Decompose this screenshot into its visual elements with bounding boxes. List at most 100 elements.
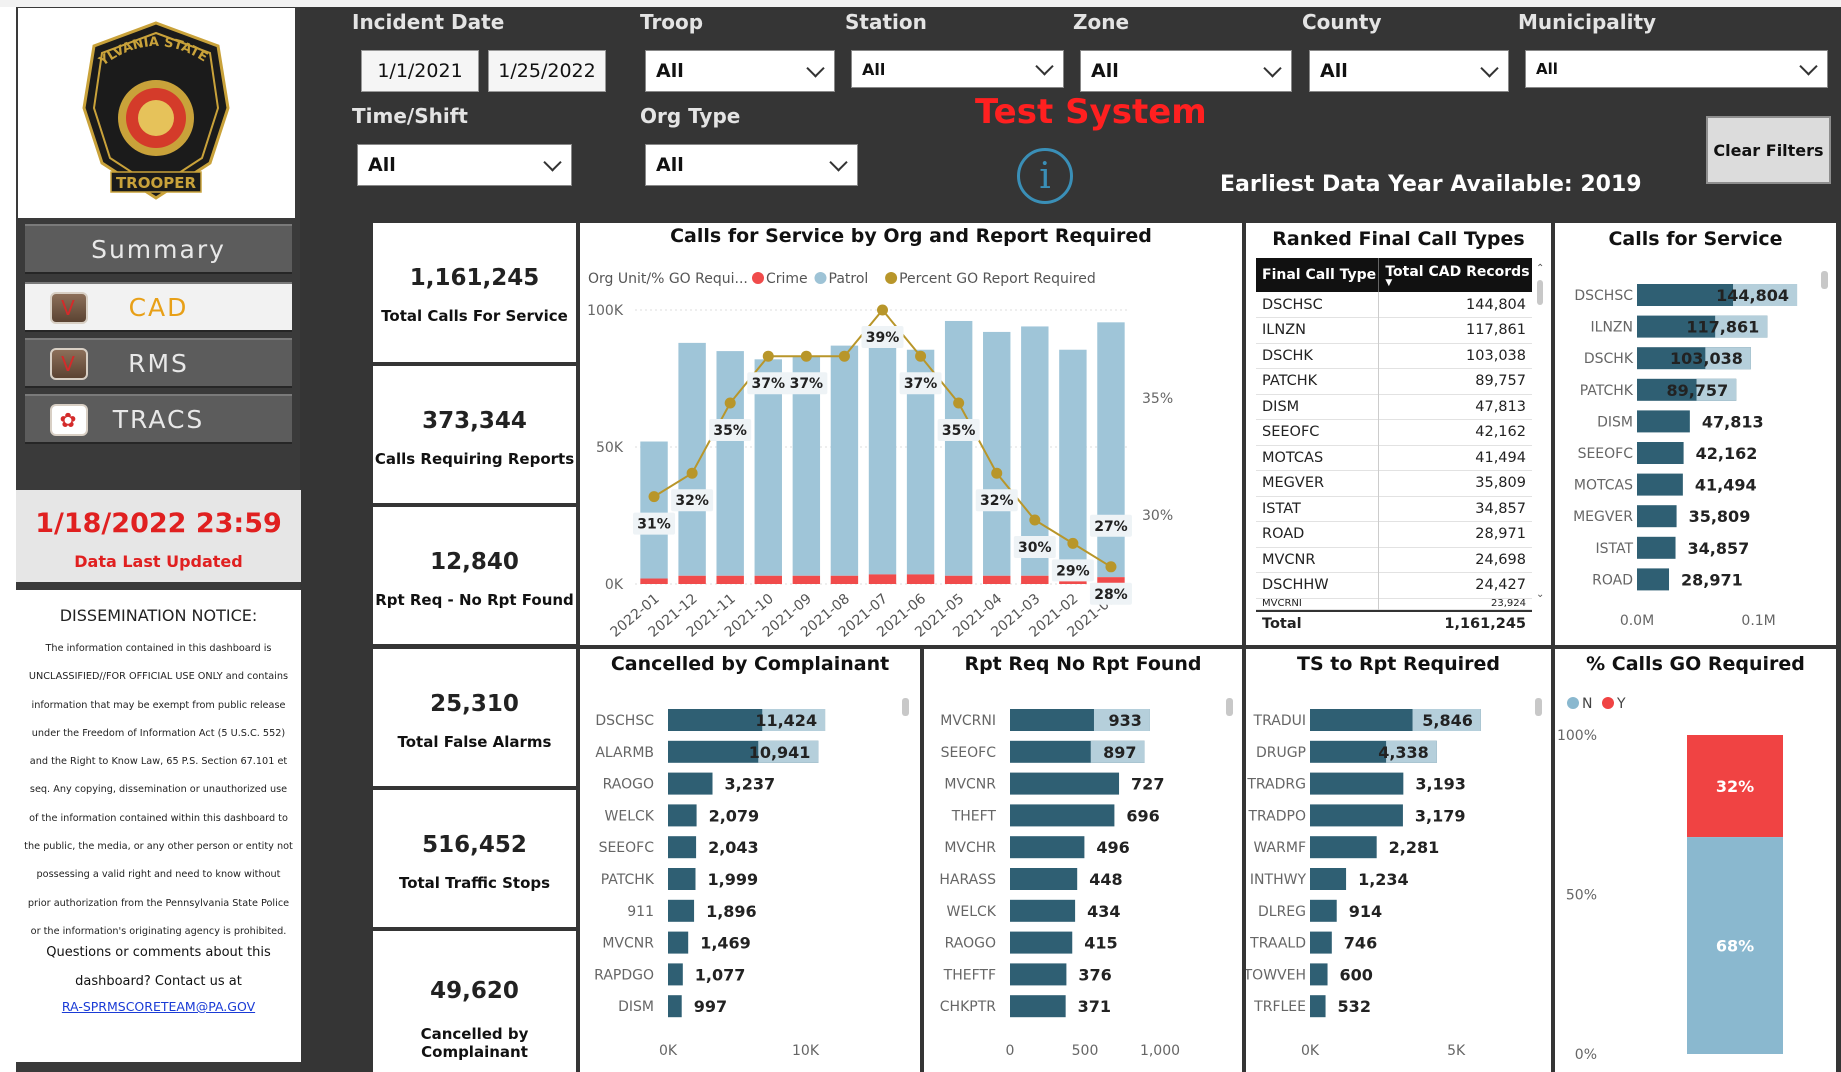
bar <box>1010 995 1066 1018</box>
crime-bar <box>754 575 782 584</box>
table-row[interactable]: MVCRNI 23,924 <box>1256 598 1532 609</box>
table-row[interactable]: DSCHK 103,038 <box>1256 343 1532 369</box>
category-label: SEEOFC <box>599 840 655 856</box>
bar <box>668 963 683 986</box>
category-label: ISTAT <box>1595 541 1633 557</box>
crime-bar <box>678 575 706 584</box>
bar <box>1010 868 1078 890</box>
calls-for-service-chart[interactable]: DSCHSC 144,804 ILNZN 117,861 DSCHK 103,038 PAT… <box>1555 223 1836 645</box>
category-label: ILNZN <box>1591 320 1633 336</box>
nav-rms-label: RMS <box>128 348 189 378</box>
bar <box>1310 931 1332 954</box>
nav-tracs-label: TRACS <box>112 404 205 434</box>
v-logo-icon: V <box>50 292 88 324</box>
ts-to-rpt-panel: TS to Rpt Required TRADUI 5,846 DRUGP 4,338… <box>1246 649 1551 1072</box>
last-updated-panel: 1/18/2022 23:59 Data Last Updated <box>16 490 301 582</box>
contact-email-link[interactable]: RA-SPRMSCORETEAM@PA.GOV <box>16 999 301 1014</box>
crime-bar <box>868 574 897 584</box>
county-label: County <box>1302 10 1382 34</box>
bar <box>1637 505 1677 528</box>
y-tick-label: 50% <box>1566 888 1597 904</box>
column-header[interactable]: Total CAD Records ▼ <box>1379 258 1532 292</box>
earliest-data-year: Earliest Data Year Available: 2019 <box>1220 172 1642 197</box>
cell-call-type: DSCHK <box>1256 343 1380 369</box>
total-value: 1,161,245 <box>1444 615 1526 632</box>
category-label: PATCHK <box>1580 383 1634 399</box>
troop-label: Troop <box>640 10 704 34</box>
municipality-select[interactable]: All <box>1525 50 1828 88</box>
category-label: TRADUI <box>1253 713 1306 729</box>
table-row[interactable]: MEGVER 35,809 <box>1256 470 1532 496</box>
kpi-card-rpt-req-no-rpt: 12,840 Rpt Req - No Rpt Found <box>373 507 576 644</box>
cell-record-count: 47,813 <box>1475 398 1526 415</box>
rpt-req-no-rpt-chart[interactable]: MVCRNI 933 SEEOFC 897 MVCNR 727 THEFT 696 MVCHR 4… <box>924 649 1242 1072</box>
bar <box>1310 995 1326 1018</box>
nav-rms[interactable]: V RMS <box>25 338 292 388</box>
category-label: DSCHSC <box>595 713 654 729</box>
table-row[interactable]: ISTAT 34,857 <box>1256 496 1532 522</box>
nav-cad-label: CAD <box>128 292 189 322</box>
table-row[interactable]: SEEOFC 42,162 <box>1256 419 1532 445</box>
category-label: DSCHSC <box>1574 288 1633 304</box>
pct-go-point <box>1105 561 1117 573</box>
incident-date-end[interactable]: 1/25/2022 <box>488 50 606 92</box>
legend-label: N <box>1582 696 1592 712</box>
org-type-select[interactable]: All <box>645 144 858 186</box>
table-row[interactable]: ROAD 28,971 <box>1256 521 1532 547</box>
kpi-card-total-calls: 1,161,245 Total Calls For Service <box>373 223 576 362</box>
category-label: THEFTF <box>943 967 996 983</box>
cell-record-count: 89,757 <box>1475 373 1526 390</box>
pct-go-data-label: 30% <box>1018 540 1052 556</box>
clear-filters-button[interactable]: Clear Filters <box>1706 116 1831 184</box>
incident-date-start[interactable]: 1/1/2021 <box>361 50 479 92</box>
legend-label: Y <box>1616 696 1626 712</box>
pct-go-required-panel: % Calls GO Required N Y 100% 50% 0% 32% 68% <box>1555 649 1836 1072</box>
municipality-value: All <box>1536 60 1558 78</box>
troop-select[interactable]: All <box>645 50 835 92</box>
zone-select[interactable]: All <box>1080 50 1292 92</box>
table-scrollbar[interactable]: ⌃ ⌄ <box>1533 263 1547 603</box>
column-header[interactable]: Final Call Type <box>1256 258 1380 292</box>
pct-go-point <box>877 304 888 316</box>
county-select[interactable]: All <box>1309 50 1509 92</box>
station-select[interactable]: All <box>851 50 1064 88</box>
scroll-thumb <box>1535 698 1542 716</box>
nav-summary[interactable]: Summary <box>25 224 292 274</box>
kpi-label: Cancelled by Complainant <box>420 1025 529 1061</box>
table-row[interactable]: PATCHK 89,757 <box>1256 368 1532 394</box>
crime-bar <box>830 575 859 584</box>
table-row[interactable]: MOTCAS 41,494 <box>1256 445 1532 471</box>
nav-tracs[interactable]: ✿ TRACS <box>25 394 292 444</box>
bar <box>1637 410 1690 433</box>
data-label: 2,281 <box>1389 838 1440 857</box>
scroll-thumb[interactable] <box>1537 280 1543 305</box>
category-label: HARASS <box>939 872 996 888</box>
paw-icon: ✿ <box>50 404 88 436</box>
table-row[interactable]: ILNZN 117,861 <box>1256 317 1532 343</box>
info-icon[interactable]: i <box>1017 148 1073 204</box>
ranked-table[interactable]: Final Call Type Total CAD Records ▼ DSCHS… <box>1256 258 1532 632</box>
table-row[interactable]: DSCHSC 144,804 <box>1256 292 1532 318</box>
scroll-down-icon[interactable]: ⌄ <box>1536 589 1544 600</box>
calls-by-org-chart[interactable]: Org Unit/% GO Requi... Crime Patrol Percent… <box>580 223 1242 645</box>
calls-by-org-panel: Calls for Service by Org and Report Requ… <box>580 223 1242 645</box>
cell-call-type: MVCRNI <box>1256 598 1380 609</box>
patrol-bar <box>640 441 668 579</box>
table-row[interactable]: DISM 47,813 <box>1256 394 1532 420</box>
kpi-value: 12,840 <box>430 549 519 575</box>
nav-cad[interactable]: V CAD <box>25 282 292 332</box>
cancelled-chart[interactable]: DSCHSC 11,424 ALARMB 10,941 RAOGO 3,237 WELCK 2… <box>580 649 920 1072</box>
pct-go-required-chart[interactable]: N Y 100% 50% 0% 32% 68% <box>1555 649 1836 1072</box>
ts-to-rpt-chart[interactable]: TRADUI 5,846 DRUGP 4,338 TRADRG 3,193 TRADPO 3,… <box>1246 649 1551 1072</box>
patrol-bar <box>678 342 706 576</box>
scroll-up-icon[interactable]: ⌃ <box>1536 263 1544 274</box>
chevron-down-icon <box>829 153 848 172</box>
x-tick-label: 10K <box>792 1043 820 1059</box>
cell-record-count: 42,162 <box>1475 424 1526 441</box>
category-label: TOWVEH <box>1246 967 1306 983</box>
pct-go-point <box>800 350 812 362</box>
time-shift-select[interactable]: All <box>357 144 572 186</box>
bar <box>668 899 695 922</box>
table-row[interactable]: MVCNR 24,698 <box>1256 547 1532 573</box>
table-row[interactable]: DSCHHW 24,427 <box>1256 572 1532 598</box>
